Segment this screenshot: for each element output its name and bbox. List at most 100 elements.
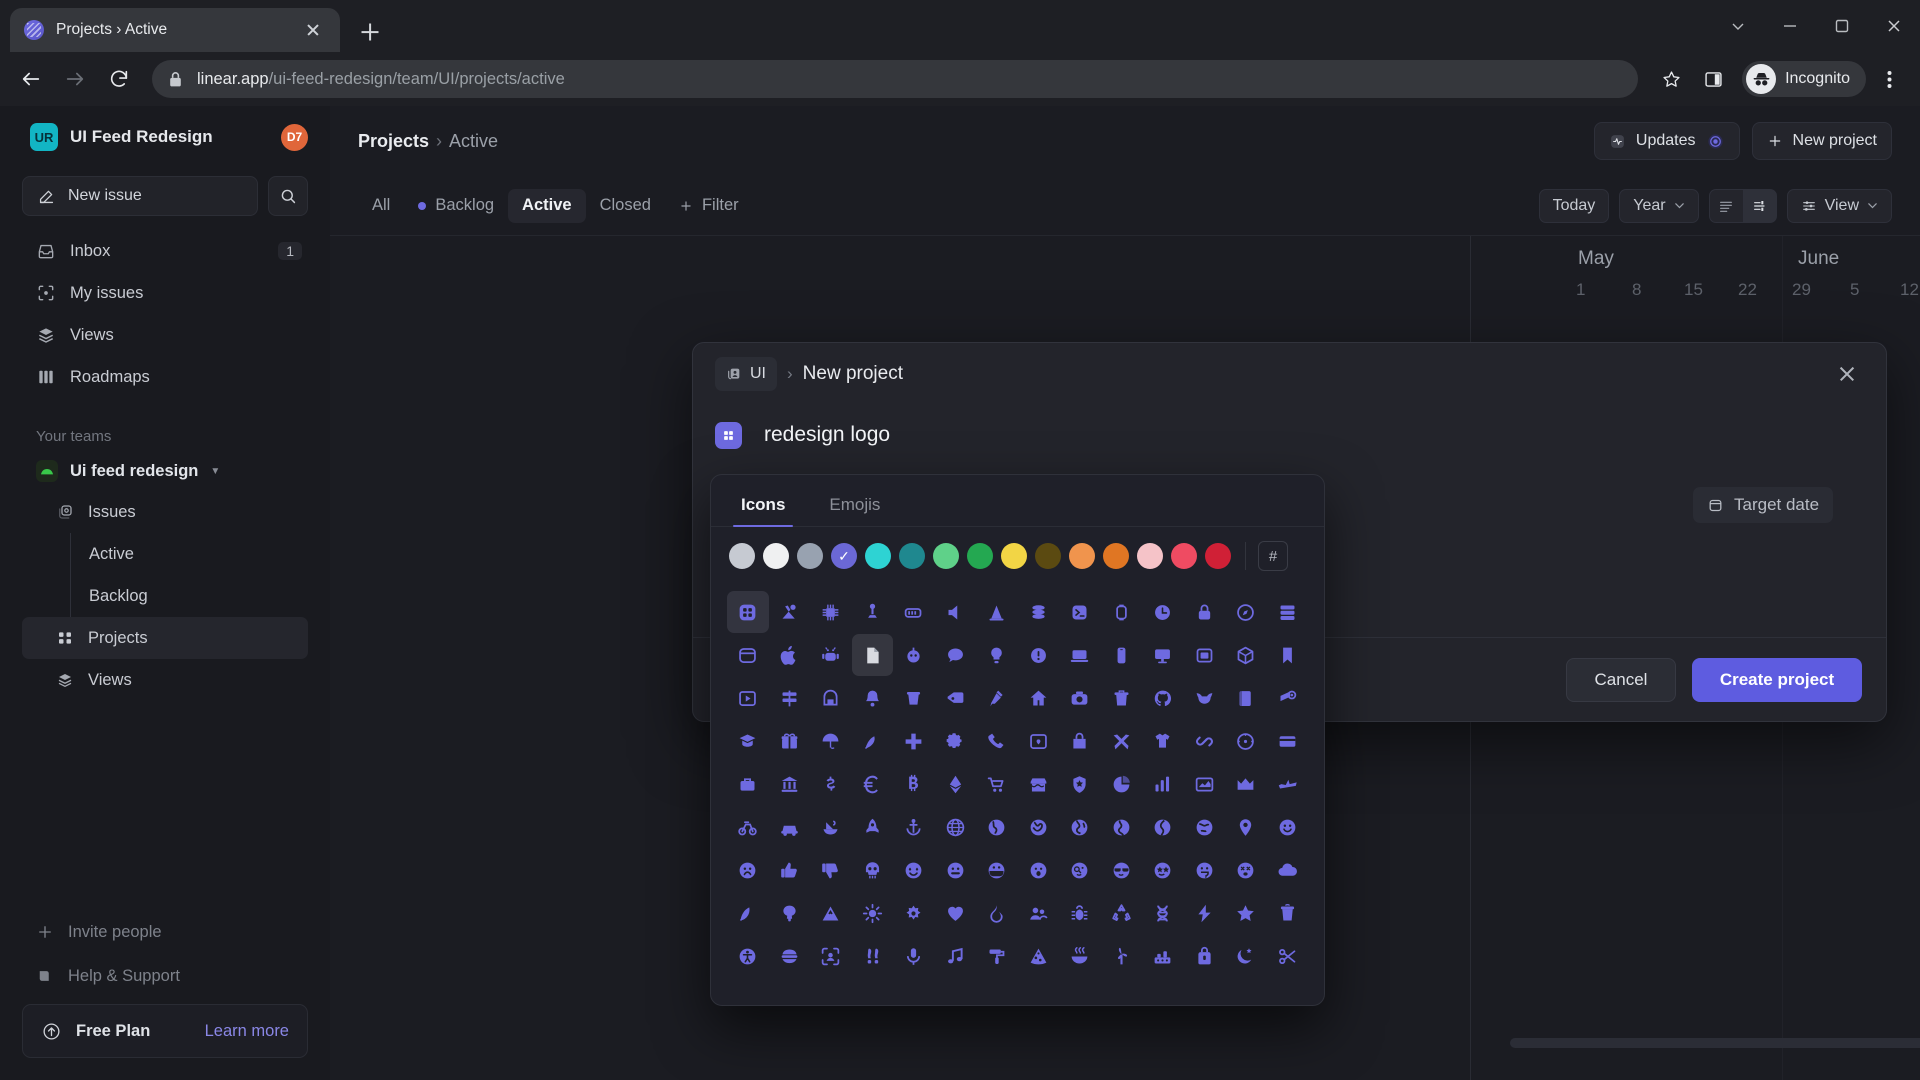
color-swatch[interactable] (1001, 543, 1027, 569)
workspace-switcher[interactable]: UR UI Feed Redesign D7 (22, 106, 308, 168)
graduation-cap-icon[interactable] (727, 720, 769, 762)
learn-more-link[interactable]: Learn more (205, 1022, 289, 1041)
lock-icon[interactable] (1184, 591, 1226, 633)
cloud-icon[interactable] (1267, 849, 1309, 891)
clock-icon[interactable] (1142, 591, 1184, 633)
tree-icon[interactable] (769, 892, 811, 934)
heart-eyes-icon[interactable] (893, 849, 935, 891)
browser-tab[interactable]: Projects › Active (10, 8, 340, 52)
anchor-icon[interactable] (893, 806, 935, 848)
dna-icon[interactable] (1142, 892, 1184, 934)
smiley-icon[interactable] (1267, 806, 1309, 848)
color-swatch[interactable] (763, 543, 789, 569)
sidebar-item-active[interactable]: Active (22, 533, 308, 575)
coffee-cup-icon[interactable] (1267, 892, 1309, 934)
gear-icon[interactable] (935, 720, 977, 762)
cube-icon[interactable] (1225, 634, 1267, 676)
globe-west-icon[interactable] (1142, 806, 1184, 848)
monocle-face-icon[interactable] (1059, 849, 1101, 891)
sidebar-item-my-issues[interactable]: My issues (22, 272, 308, 314)
paint-roller-icon[interactable] (976, 935, 1018, 977)
recycle-icon[interactable] (1101, 892, 1143, 934)
book-icon[interactable] (1225, 677, 1267, 719)
medical-cross-icon[interactable] (893, 720, 935, 762)
backpack-icon[interactable] (1184, 935, 1226, 977)
home-icon[interactable] (1018, 677, 1060, 719)
new-issue-button[interactable]: New issue (22, 176, 258, 216)
satellite-dish-icon[interactable] (769, 591, 811, 633)
android-icon[interactable] (810, 634, 852, 676)
lightbulb-icon[interactable] (976, 634, 1018, 676)
flower-icon[interactable] (893, 892, 935, 934)
color-swatch[interactable] (729, 543, 755, 569)
color-swatch[interactable] (1137, 543, 1163, 569)
target-date-button[interactable]: Target date (1693, 487, 1834, 523)
bookmark-icon[interactable] (1267, 634, 1309, 676)
tshirt-icon[interactable] (1142, 720, 1184, 762)
new-tab-button[interactable] (350, 12, 390, 52)
forward-icon[interactable] (56, 60, 94, 98)
car-icon[interactable] (769, 806, 811, 848)
globe-americas-icon[interactable] (1018, 806, 1060, 848)
bookmark-star-icon[interactable] (1652, 60, 1690, 98)
sidebar-item-roadmaps[interactable]: Roadmaps (22, 356, 308, 398)
close-icon[interactable] (300, 17, 326, 43)
leaf-icon[interactable] (727, 892, 769, 934)
people-icon[interactable] (1018, 892, 1060, 934)
paint-brush-icon[interactable] (976, 677, 1018, 719)
police-badge-icon[interactable] (1059, 763, 1101, 805)
color-swatch[interactable] (1171, 543, 1197, 569)
mask-face-icon[interactable] (976, 849, 1018, 891)
color-swatch[interactable]: ✓ (831, 543, 857, 569)
burger-icon[interactable] (769, 935, 811, 977)
monitor-icon[interactable] (1142, 634, 1184, 676)
cancel-button[interactable]: Cancel (1566, 657, 1676, 702)
tab-emojis[interactable]: Emojis (821, 495, 888, 526)
file-tear-icon[interactable] (851, 634, 893, 676)
feather-icon[interactable] (852, 720, 894, 762)
pie-chart-icon[interactable] (1101, 763, 1143, 805)
bucket-icon[interactable] (893, 677, 935, 719)
crown-icon[interactable] (1225, 763, 1267, 805)
sidebar-item-projects[interactable]: Projects (22, 617, 308, 659)
chevron-down-icon[interactable] (1712, 0, 1764, 52)
window-close-icon[interactable] (1868, 0, 1920, 52)
gift-icon[interactable] (769, 720, 811, 762)
handbag-icon[interactable] (1059, 720, 1101, 762)
sailboat-icon[interactable] (810, 806, 852, 848)
heart-icon[interactable] (935, 892, 977, 934)
laptop-icon[interactable] (1059, 634, 1101, 676)
map-pin-icon[interactable] (1225, 806, 1267, 848)
globe-europe-icon[interactable] (1059, 806, 1101, 848)
photo-icon[interactable] (1018, 720, 1060, 762)
globe-south-icon[interactable] (1101, 806, 1143, 848)
sidebar-item-backlog[interactable]: Backlog (22, 575, 308, 617)
more-menu-icon[interactable] (1870, 60, 1908, 98)
thumbs-down-icon[interactable] (810, 849, 852, 891)
color-swatch[interactable] (1035, 543, 1061, 569)
skull-icon[interactable] (852, 849, 894, 891)
team-chip[interactable]: UI (715, 357, 777, 391)
help-support-button[interactable]: Help & Support (22, 954, 308, 998)
tongue-face-icon[interactable] (1184, 849, 1226, 891)
mountain-icon[interactable] (810, 892, 852, 934)
face-scan-icon[interactable] (810, 935, 852, 977)
ethereum-icon[interactable] (935, 763, 977, 805)
color-swatch[interactable] (1069, 543, 1095, 569)
phone-call-icon[interactable] (976, 720, 1018, 762)
custom-color-button[interactable]: # (1258, 541, 1288, 571)
phone-icon[interactable] (1101, 634, 1143, 676)
globe-africa-icon[interactable] (976, 806, 1018, 848)
line-chart-icon[interactable] (1184, 763, 1226, 805)
play-square-icon[interactable] (727, 677, 769, 719)
side-panel-icon[interactable] (1694, 60, 1732, 98)
color-swatch[interactable] (1205, 543, 1231, 569)
factory-icon[interactable] (1142, 935, 1184, 977)
apple-icon[interactable] (769, 634, 811, 676)
globe-grid-icon[interactable] (935, 806, 977, 848)
credit-card-icon[interactable] (1267, 720, 1309, 762)
sidebar-item-inbox[interactable]: Inbox 1 (22, 230, 308, 272)
bicycle-icon[interactable] (727, 806, 769, 848)
traffic-cone-icon[interactable] (976, 591, 1018, 633)
color-swatch[interactable] (865, 543, 891, 569)
